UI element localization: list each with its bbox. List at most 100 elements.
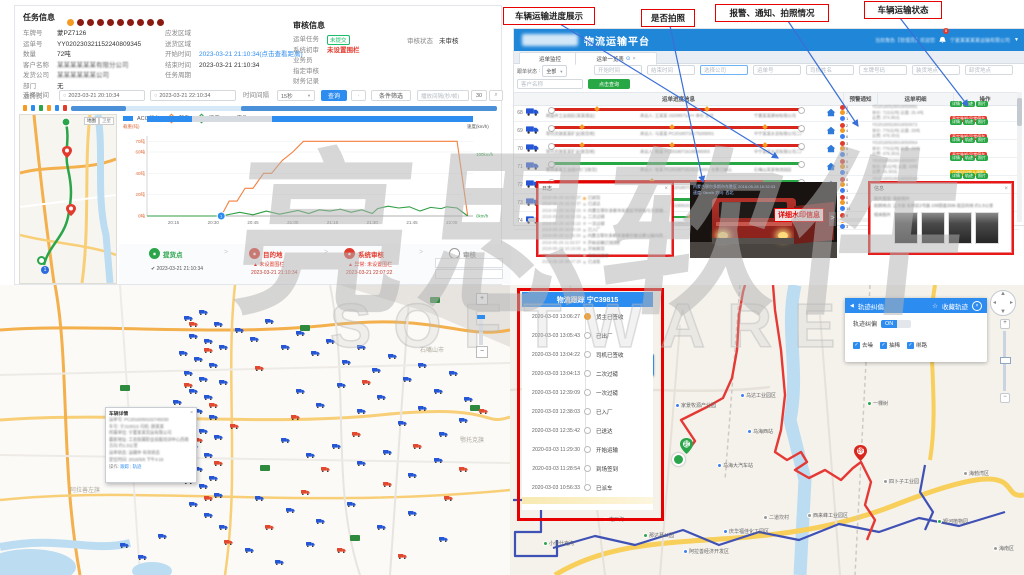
- poi-label[interactable]: 阿拉善经济开发区: [683, 548, 729, 555]
- vehicle-marker-blue[interactable]: [265, 311, 274, 318]
- vehicle-marker-red[interactable]: [204, 488, 213, 495]
- alarm-line[interactable]: 1: [840, 115, 872, 121]
- map-type-toggle[interactable]: 地图 卫星: [84, 117, 114, 125]
- filter-search-button[interactable]: 点击查询: [588, 79, 630, 89]
- filter-input-5[interactable]: 车牌号码: [859, 65, 907, 75]
- vehicle-marker-blue[interactable]: [120, 535, 129, 542]
- poi-label[interactable]: 西来峰工业园区: [807, 512, 848, 519]
- vehicle-marker-blue[interactable]: [464, 389, 473, 396]
- map-zoom-slider[interactable]: + −: [1000, 319, 1008, 399]
- vehicle-marker-blue[interactable]: [255, 488, 264, 495]
- pan-right-icon[interactable]: ▸: [1010, 299, 1013, 306]
- op-button-轨迹[interactable]: 轨迹: [963, 119, 975, 125]
- vehicle-marker-blue[interactable]: [179, 343, 188, 350]
- op-button-详情[interactable]: 详情: [950, 101, 962, 107]
- poi-label[interactable]: 乌海西站: [747, 428, 773, 435]
- vehicle-marker-blue[interactable]: [173, 392, 182, 399]
- vehicle-marker-blue[interactable]: [214, 485, 223, 492]
- play-value-input[interactable]: 30: [471, 90, 487, 101]
- poi-label[interactable]: 四卜子工业园: [883, 478, 919, 485]
- op-button-轨迹[interactable]: 轨迹: [963, 173, 975, 179]
- alarm-line[interactable]: 0: [840, 169, 872, 175]
- back-icon[interactable]: ◀: [850, 303, 854, 309]
- task-badge-3[interactable]: [87, 19, 94, 26]
- vehicle-marker-blue[interactable]: [403, 369, 412, 376]
- filter-button[interactable]: 条件筛选: [371, 90, 411, 101]
- vehicle-marker-blue[interactable]: [204, 331, 213, 338]
- time-to-input[interactable]: ○2023-03-21 22:10:34: [150, 90, 236, 101]
- vehicle-marker-red[interactable]: [204, 340, 213, 347]
- vehicle-marker-blue[interactable]: [158, 526, 167, 533]
- vehicle-marker-blue[interactable]: [434, 450, 443, 457]
- vehicle-marker-blue[interactable]: [296, 381, 305, 388]
- alarm-line[interactable]: 14: [840, 205, 872, 211]
- vehicle-marker-blue[interactable]: [138, 547, 147, 554]
- task-badge-4[interactable]: [97, 19, 104, 26]
- vehicle-marker-red[interactable]: [383, 474, 392, 481]
- zoom-thumb[interactable]: [477, 315, 485, 319]
- map-type-normal[interactable]: 地图: [84, 117, 99, 125]
- vehicle-marker-red[interactable]: [291, 407, 300, 414]
- zoom-in-button[interactable]: +: [1000, 319, 1010, 329]
- vehicle-marker-blue[interactable]: [398, 413, 407, 420]
- filter-input-2[interactable]: 选择公司: [700, 65, 748, 75]
- pan-up-icon[interactable]: ▲: [1000, 291, 1006, 297]
- waybill-row-71[interactable]: 71蒙西某某工业园3号门(装货)承运人: 张某 PC20180716161234…: [514, 158, 1019, 176]
- filter-status-dropdown[interactable]: 跟单状态: 全部▼: [517, 65, 567, 77]
- vehicle-marker-red[interactable]: [321, 459, 330, 466]
- timeline-entry[interactable]: 2020-03-03 13:05:43已出厂: [522, 326, 653, 345]
- photo-thumbnail-4[interactable]: [975, 212, 999, 244]
- task-badge-8[interactable]: [137, 19, 144, 26]
- vehicle-marker-blue[interactable]: [209, 407, 218, 414]
- step-目的地[interactable]: ◉目的地: [249, 248, 283, 259]
- timeline-entry[interactable]: 2020-03-03 11:28:54到场签到: [522, 459, 653, 478]
- poi-label[interactable]: 乌达工业园区: [740, 392, 776, 399]
- vehicle-marker-blue[interactable]: [439, 529, 448, 536]
- vehicle-marker-blue[interactable]: [204, 387, 213, 394]
- audit-input-2[interactable]: [435, 269, 503, 279]
- waybill-row-68[interactable]: 68棋盘井工业园区(某某煤业)承运人: 王某某 152095712×× 单价 支…: [514, 104, 1019, 122]
- task-badge-1[interactable]: [67, 19, 74, 26]
- poi-label[interactable]: 海南区: [993, 545, 1014, 552]
- truck-photo[interactable]: 内蒙古鄂尔多斯市东胜区 2018-05-28 16:32:33 速度: 0km/…: [690, 182, 837, 258]
- close-icon[interactable]: ×: [972, 301, 982, 311]
- vehicle-marker-blue[interactable]: [306, 534, 315, 541]
- poi-label[interactable]: 小佳什克沟: [543, 540, 574, 547]
- vehicle-marker-blue[interactable]: [357, 401, 366, 408]
- map-type-satellite[interactable]: 卫星: [99, 117, 114, 125]
- map-compass[interactable]: ▲ ▼ ◂ ▸: [990, 290, 1016, 316]
- vehicle-marker-blue[interactable]: [184, 363, 193, 370]
- chevron-down-icon[interactable]: ▼: [1014, 37, 1019, 43]
- trajectory-link[interactable]: 轨迹: [133, 464, 142, 469]
- vehicle-marker-red[interactable]: [214, 453, 223, 460]
- close-icon[interactable]: ×: [190, 410, 193, 417]
- waybill-row-70[interactable]: 70鄂托克旗某某矿业(装货地)承运人: 杨某 PC201807161654650…: [514, 140, 1019, 158]
- vehicle-marker-blue[interactable]: [199, 302, 208, 309]
- vehicle-marker-blue[interactable]: [209, 468, 218, 475]
- correction-option-去噪[interactable]: ✓去噪: [853, 341, 873, 349]
- task-badge-10[interactable]: [157, 19, 164, 26]
- vehicle-marker-blue[interactable]: [377, 517, 386, 524]
- vehicle-marker-blue[interactable]: [347, 494, 356, 501]
- photo-thumbnail-1[interactable]: [894, 212, 918, 244]
- pan-left-icon[interactable]: ◂: [993, 299, 996, 306]
- correction-option-绑路[interactable]: ✓绑路: [907, 341, 927, 349]
- vehicle-marker-red[interactable]: [444, 488, 453, 495]
- correction-toggle[interactable]: ON: [881, 320, 911, 328]
- tab-waybill-monitor[interactable]: 运单监控: [519, 52, 581, 64]
- timeline-entry[interactable]: 2020-03-03 13:06:27货主已签收: [522, 307, 653, 326]
- op-button-照片[interactable]: 照片: [976, 155, 988, 161]
- task-badge-7[interactable]: [127, 19, 134, 26]
- zoom-track[interactable]: [479, 315, 483, 345]
- op-button-照片[interactable]: 照片: [976, 137, 988, 143]
- home-icon[interactable]: [826, 140, 840, 158]
- vehicle-marker-blue[interactable]: [408, 503, 417, 510]
- vehicle-marker-blue[interactable]: [194, 349, 203, 356]
- home-icon[interactable]: [826, 122, 840, 140]
- op-button-照片[interactable]: 照片: [976, 101, 988, 107]
- vehicle-marker-red[interactable]: [301, 482, 310, 489]
- vehicle-marker-red[interactable]: [230, 416, 239, 423]
- pan-down-icon[interactable]: ▼: [1000, 309, 1006, 315]
- step-提货点[interactable]: ◉提货点: [149, 248, 183, 259]
- vehicle-marker-blue[interactable]: [372, 360, 381, 367]
